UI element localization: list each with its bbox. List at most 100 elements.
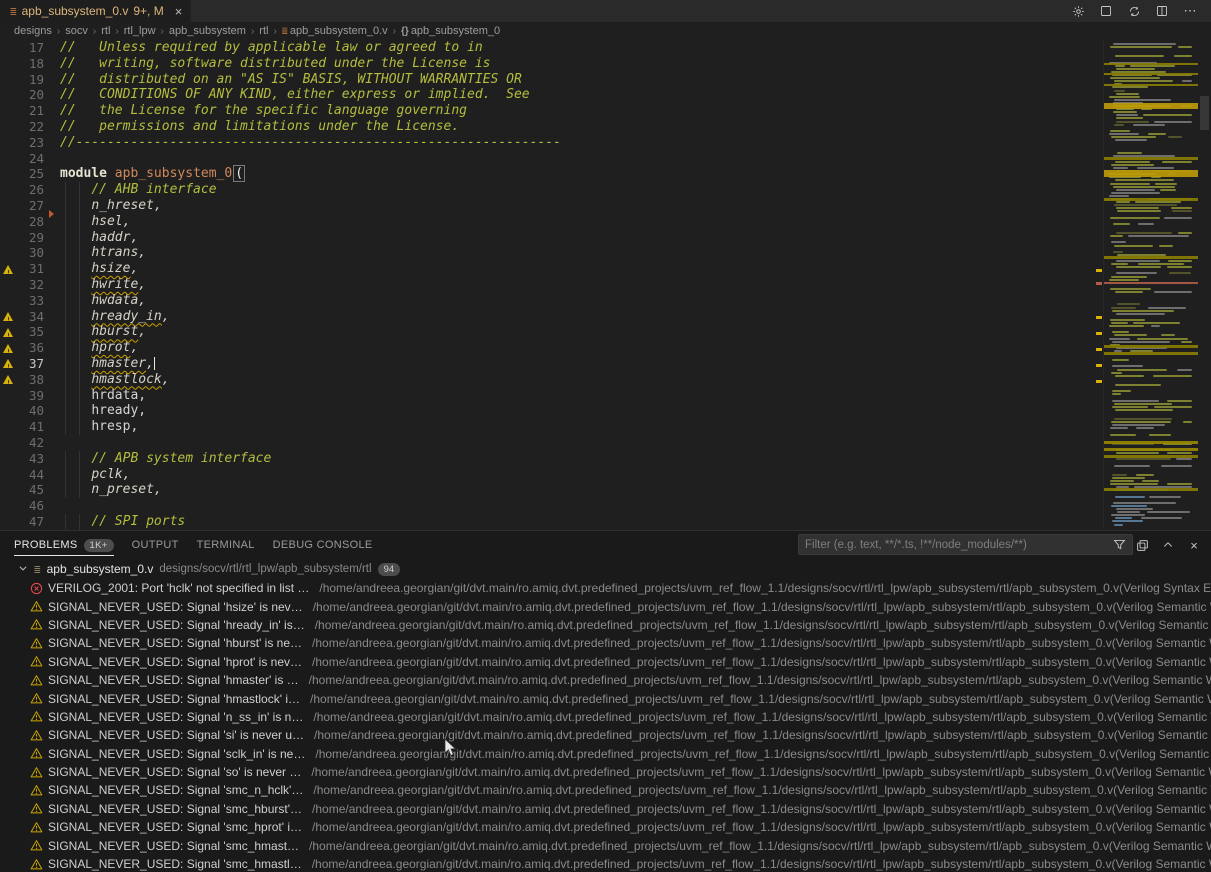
code-line-45[interactable]: 45 n_preset,	[0, 482, 1095, 498]
problem-row[interactable]: SIGNAL_NEVER_USED: Signal 'smc_hburst'…/…	[0, 800, 1211, 818]
warning-icon	[30, 618, 43, 631]
settings-gear-icon[interactable]	[1071, 4, 1085, 18]
code-line-31[interactable]: 31 hsize,	[0, 261, 1095, 277]
problem-row[interactable]: SIGNAL_NEVER_USED: Signal 'so' is never …	[0, 763, 1211, 781]
layout-square-icon[interactable]	[1099, 4, 1113, 18]
code-line-44[interactable]: 44 pclk,	[0, 467, 1095, 483]
panel-tab-terminal[interactable]: TERMINAL	[197, 531, 255, 559]
code-line-38[interactable]: 38 hmastlock,	[0, 372, 1095, 388]
problem-row[interactable]: SIGNAL_NEVER_USED: Signal 'smc_hmastl…/h…	[0, 855, 1211, 872]
minimap[interactable]	[1103, 40, 1198, 530]
code-line-21[interactable]: 21// the License for the specific langua…	[0, 103, 1095, 119]
problem-row[interactable]: SIGNAL_NEVER_USED: Signal 'hmastlock' i……	[0, 689, 1211, 707]
code-line-33[interactable]: 33 hwdata,	[0, 293, 1095, 309]
maximize-panel-icon[interactable]	[1161, 538, 1175, 552]
problem-path: /home/andreea.georgian/git/dvt.main/ro.a…	[315, 747, 1211, 761]
tab-title: apb_subsystem_0.v	[22, 4, 129, 18]
gutter-warning-icon	[3, 375, 13, 384]
code-line-28[interactable]: 28 hsel,	[0, 214, 1095, 230]
problem-message: SIGNAL_NEVER_USED: Signal 'sclk_in' is n…	[48, 747, 305, 761]
sync-icon[interactable]	[1127, 4, 1141, 18]
code-line-39[interactable]: 39 hrdata,	[0, 388, 1095, 404]
problem-row[interactable]: SIGNAL_NEVER_USED: Signal 'hready_in' is…	[0, 616, 1211, 634]
problem-message: SIGNAL_NEVER_USED: Signal 'smc_hburst'…	[48, 802, 302, 816]
warning-icon	[30, 747, 43, 760]
problem-row[interactable]: SIGNAL_NEVER_USED: Signal 'hsize' is nev…	[0, 597, 1211, 615]
more-actions-icon[interactable]: ⋯	[1183, 4, 1197, 18]
breadcrumb-item[interactable]: apb_subsystem	[169, 25, 246, 37]
filter-funnel-icon[interactable]	[1113, 538, 1126, 551]
line-number: 45	[16, 482, 48, 498]
scrollbar-thumb[interactable]	[1200, 96, 1209, 130]
code-line-25[interactable]: 25module apb_subsystem_0(	[0, 166, 1095, 182]
code-line-17[interactable]: 17// Unless required by applicable law o…	[0, 40, 1095, 56]
code-line-19[interactable]: 19// distributed on an "AS IS" BASIS, WI…	[0, 72, 1095, 88]
breadcrumb-item[interactable]: ≣apb_subsystem_0.v	[282, 25, 388, 37]
problem-row[interactable]: SIGNAL_NEVER_USED: Signal 'hburst' is ne…	[0, 634, 1211, 652]
code-line-27[interactable]: 27 n_hreset,	[0, 198, 1095, 214]
gutter-warning-icon	[3, 359, 13, 368]
line-number: 44	[16, 467, 48, 483]
problem-row[interactable]: SIGNAL_NEVER_USED: Signal 'si' is never …	[0, 726, 1211, 744]
breadcrumb-item[interactable]: rtl	[101, 25, 110, 37]
problem-message: SIGNAL_NEVER_USED: Signal 'smc_hmast…	[48, 839, 299, 853]
code-line-36[interactable]: 36 hprot,	[0, 340, 1095, 356]
code-line-34[interactable]: 34 hready_in,	[0, 309, 1095, 325]
problem-message: SIGNAL_NEVER_USED: Signal 'smc_hmastl…	[48, 857, 302, 871]
chevron-down-icon[interactable]	[18, 563, 28, 575]
problems-filter[interactable]	[798, 534, 1133, 555]
code-line-18[interactable]: 18// writing, software distributed under…	[0, 56, 1095, 72]
line-number: 24	[16, 151, 48, 167]
problem-row[interactable]: SIGNAL_NEVER_USED: Signal 'smc_n_hclk'…/…	[0, 781, 1211, 799]
problem-row[interactable]: SIGNAL_NEVER_USED: Signal 'smc_hprot' i……	[0, 818, 1211, 836]
tab-apb-subsystem-0[interactable]: ≣ apb_subsystem_0.v 9+, M ×	[0, 0, 191, 22]
code-line-47[interactable]: 47 // SPI ports	[0, 514, 1095, 530]
code-line-37[interactable]: 37 hmaster,	[0, 356, 1095, 372]
breadcrumb-item[interactable]: rtl	[259, 25, 268, 37]
code-line-41[interactable]: 41 hresp,	[0, 419, 1095, 435]
close-panel-icon[interactable]: ×	[1187, 538, 1201, 552]
problem-path: /home/andreea.georgian/git/dvt.main/ro.a…	[315, 618, 1211, 632]
code-line-20[interactable]: 20// CONDITIONS OF ANY KIND, either expr…	[0, 87, 1095, 103]
code-line-26[interactable]: 26 // AHB interface	[0, 182, 1095, 198]
problem-path: /home/andreea.georgian/git/dvt.main/ro.a…	[311, 765, 1211, 779]
problem-row[interactable]: SIGNAL_NEVER_USED: Signal 'n_ss_in' is n…	[0, 708, 1211, 726]
breadcrumb-item[interactable]: socv	[65, 25, 88, 37]
problem-path: /home/andreea.georgian/git/dvt.main/ro.a…	[319, 581, 1211, 595]
close-tab-icon[interactable]: ×	[175, 4, 183, 19]
problem-row[interactable]: SIGNAL_NEVER_USED: Signal 'hmaster' is ……	[0, 671, 1211, 689]
breadcrumb-item[interactable]: designs	[14, 25, 52, 37]
problem-row[interactable]: SIGNAL_NEVER_USED: Signal 'sclk_in' is n…	[0, 745, 1211, 763]
code-line-23[interactable]: 23//------------------------------------…	[0, 135, 1095, 151]
code-line-30[interactable]: 30 htrans,	[0, 245, 1095, 261]
code-line-46[interactable]: 46	[0, 498, 1095, 514]
editor-scrollbar[interactable]	[1198, 40, 1211, 530]
panel-tab-debug-console[interactable]: DEBUG CONSOLE	[273, 531, 373, 559]
split-editor-icon[interactable]	[1155, 4, 1169, 18]
panel-tab-problems[interactable]: PROBLEMS1K+	[14, 531, 114, 559]
panel-tab-output[interactable]: OUTPUT	[132, 531, 179, 559]
code-line-42[interactable]: 42	[0, 435, 1095, 451]
code-line-43[interactable]: 43 // APB system interface	[0, 451, 1095, 467]
code-line-29[interactable]: 29 haddr,	[0, 230, 1095, 246]
breadcrumb-separator: ›	[91, 26, 98, 37]
problems-file-group[interactable]: ≣ apb_subsystem_0.v designs/socv/rtl/rtl…	[0, 559, 1211, 579]
problem-row[interactable]: SIGNAL_NEVER_USED: Signal 'hprot' is nev…	[0, 653, 1211, 671]
problem-row[interactable]: VERILOG_2001: Port 'hclk' not specified …	[0, 579, 1211, 597]
code-line-35[interactable]: 35 hburst,	[0, 324, 1095, 340]
breadcrumb-item[interactable]: {}apb_subsystem_0	[401, 25, 500, 37]
breadcrumb-item[interactable]: rtl_lpw	[124, 25, 156, 37]
problem-path: /home/andreea.georgian/git/dvt.main/ro.a…	[314, 728, 1211, 742]
code-line-22[interactable]: 22// permissions and limitations under t…	[0, 119, 1095, 135]
code-line-24[interactable]: 24	[0, 151, 1095, 167]
filter-input[interactable]	[805, 539, 1113, 551]
line-number: 23	[16, 135, 48, 151]
code-line-32[interactable]: 32 hwrite,	[0, 277, 1095, 293]
code-editor[interactable]: 17// Unless required by applicable law o…	[0, 40, 1211, 530]
problems-file-name: apb_subsystem_0.v	[47, 562, 154, 576]
problem-row[interactable]: SIGNAL_NEVER_USED: Signal 'smc_hmast…/ho…	[0, 836, 1211, 854]
collapse-all-icon[interactable]	[1135, 538, 1149, 552]
code-line-40[interactable]: 40 hready,	[0, 403, 1095, 419]
warning-icon	[30, 839, 43, 852]
line-number: 28	[16, 214, 48, 230]
